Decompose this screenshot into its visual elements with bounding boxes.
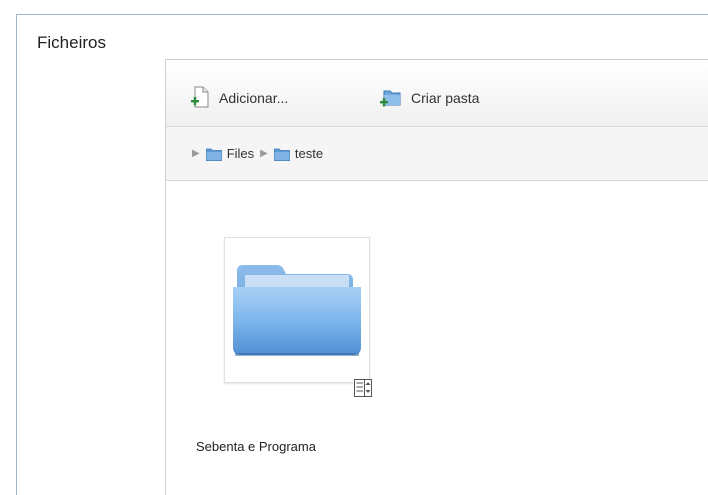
- folder-tile[interactable]: [224, 237, 370, 383]
- create-folder-label: Criar pasta: [411, 90, 480, 106]
- new-folder-icon: [380, 86, 402, 111]
- breadcrumb-label: teste: [294, 146, 324, 161]
- section-label: Ficheiros: [37, 33, 106, 52]
- create-folder-button[interactable]: Criar pasta: [380, 85, 479, 111]
- breadcrumb-label: Files: [226, 146, 255, 161]
- breadcrumb: ▶ Files ▶ teste: [166, 127, 708, 181]
- add-button[interactable]: Adicionar...: [190, 85, 288, 111]
- folder-icon: [273, 148, 290, 161]
- folder-icon: [205, 148, 222, 161]
- folder-icon: [231, 263, 363, 364]
- file-name-label[interactable]: Sebenta e Programa: [196, 439, 316, 454]
- breadcrumb-item-files[interactable]: Files: [205, 146, 255, 161]
- add-button-label: Adicionar...: [219, 90, 289, 106]
- context-menu-icon[interactable]: [354, 377, 372, 399]
- file-list: Sebenta e Programa: [166, 181, 708, 495]
- breadcrumb-arrow-icon: ▶: [192, 148, 200, 159]
- breadcrumb-item-teste[interactable]: teste: [273, 146, 324, 161]
- filepicker-frame: Ficheiros Adicionar... Criar pasta ▶ Fil…: [16, 14, 708, 495]
- file-manager: Adicionar... Criar pasta ▶ Files ▶ teste…: [165, 59, 708, 495]
- breadcrumb-arrow-icon: ▶: [260, 148, 268, 159]
- add-file-icon: [190, 86, 210, 111]
- toolbar: Adicionar... Criar pasta: [166, 60, 708, 127]
